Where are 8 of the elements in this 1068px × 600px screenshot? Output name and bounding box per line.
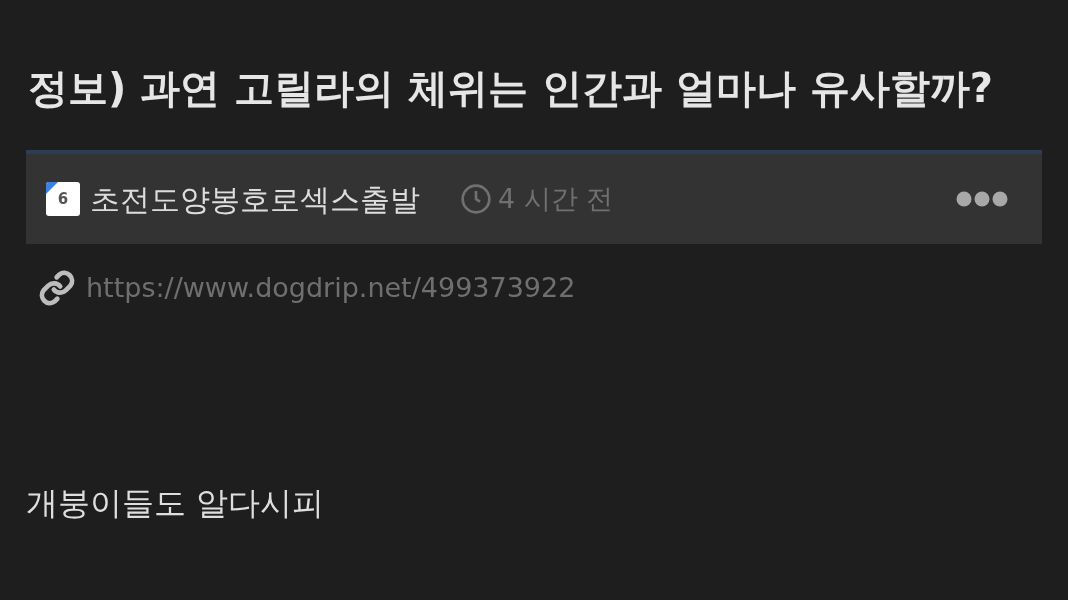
author-name[interactable]: 초전도양봉호로섹스출발 [90,176,420,222]
clock-icon [460,183,492,215]
link-icon [38,269,76,308]
level-badge: 6 [46,182,80,216]
post-body: 개붕이들도 알다시피 [26,482,326,524]
more-icon[interactable] [956,191,1008,207]
post-time: 4 시간 전 [498,181,614,216]
post-title: 정보) 과연 고릴라의 체위는 인간과 얼마나 유사할까? [27,64,995,113]
